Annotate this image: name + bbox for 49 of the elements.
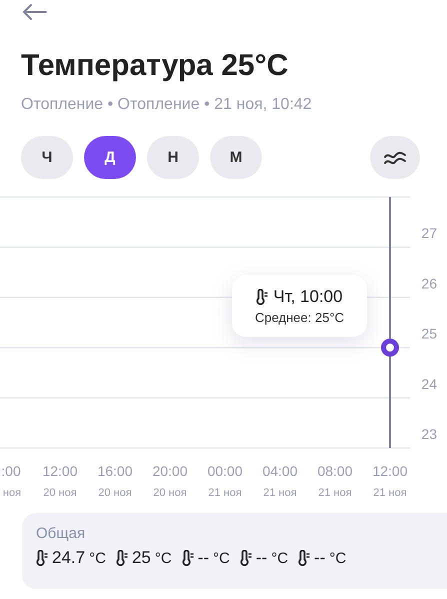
y-axis-label: 27	[421, 225, 437, 242]
reading-unit: °C	[154, 550, 172, 566]
reading-value: 24.7	[52, 548, 86, 568]
x-axis-date: ноя	[2, 487, 22, 499]
thermometer-icon	[256, 289, 268, 305]
x-axis-time: 12:00	[42, 463, 78, 479]
y-axis-label: 23	[421, 426, 437, 442]
y-axis-label: 25	[421, 326, 437, 342]
x-axis-time: 04:00	[262, 463, 298, 479]
tooltip-average: Среднее: 25°C	[254, 310, 344, 325]
period-tab[interactable]: Н	[147, 136, 199, 179]
thermometer-icon	[116, 550, 128, 566]
page-title: Температура 25°C	[21, 48, 290, 84]
x-axis-time: 00:00	[207, 463, 243, 479]
x-axis-date: 20 ноя	[43, 487, 77, 499]
reading-value: 25	[132, 548, 151, 568]
x-axis-time: 08:00	[317, 463, 353, 479]
x-axis-time: 12:00	[372, 463, 408, 479]
reading-value: --	[314, 548, 326, 568]
x-axis-time: 16:00	[97, 463, 133, 479]
x-axis-date: 21 ноя	[208, 487, 242, 499]
period-tab[interactable]: М	[210, 136, 262, 179]
summary-title: Общая	[36, 525, 86, 542]
period-tab[interactable]: Д	[84, 136, 136, 179]
y-axis-label: 24	[421, 376, 437, 392]
x-axis-date: 21 ноя	[318, 487, 352, 499]
x-axis-time: 20:00	[152, 463, 188, 479]
x-axis-date: 20 ноя	[153, 487, 187, 499]
x-axis-time: :00	[1, 463, 21, 479]
thermometer-icon	[298, 550, 310, 566]
x-axis-date: 21 ноя	[263, 487, 297, 499]
reading-unit: °C	[213, 550, 230, 566]
thermometer-icon	[36, 550, 48, 566]
y-axis-label: 26	[421, 275, 437, 292]
back-arrow-icon[interactable]	[20, 2, 48, 22]
thermometer-icon	[182, 550, 194, 566]
reading-unit: °C	[329, 550, 346, 566]
reading-value: --	[256, 548, 268, 568]
data-point	[381, 338, 399, 357]
thermometer-icon	[240, 550, 252, 566]
period-tab[interactable]: Ч	[21, 136, 73, 179]
x-axis-date: 21 ноя	[373, 487, 407, 499]
tooltip-time: Чт, 10:00	[273, 287, 343, 307]
reading-value: --	[198, 548, 210, 568]
x-axis-date: 20 ноя	[98, 487, 132, 499]
subtitle: Отопление • Отопление • 21 ноя, 10:42	[21, 96, 313, 114]
reading-unit: °C	[271, 550, 288, 566]
smoothing-button[interactable]	[370, 136, 420, 179]
reading-unit: °C	[89, 550, 106, 566]
